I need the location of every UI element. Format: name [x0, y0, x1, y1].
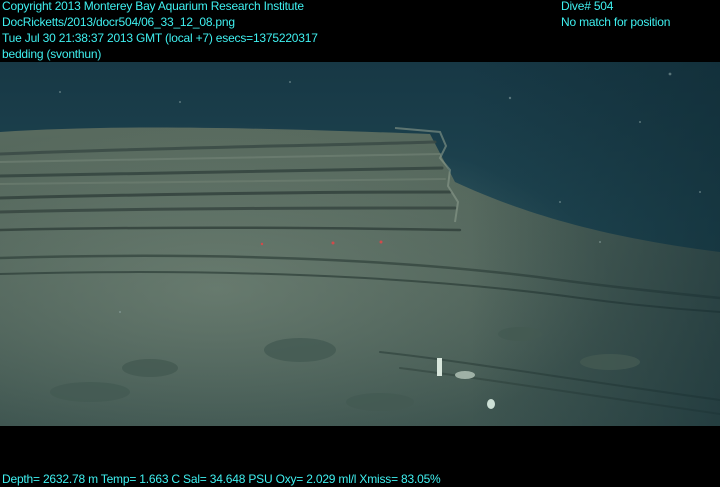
video-frame: Copyright 2013 Monterey Bay Aquarium Res… — [0, 0, 720, 486]
timestamp-text: Tue Jul 30 21:38:37 2013 GMT (local +7) … — [2, 31, 318, 45]
annotation-text: bedding (svonthun) — [2, 47, 102, 61]
dive-number-text: Dive# 504 — [561, 0, 614, 13]
position-status-text: No match for position — [561, 15, 671, 29]
seafloor-photo — [0, 62, 720, 426]
file-path-text: DocRicketts/2013/docr504/06_33_12_08.png — [2, 15, 235, 29]
copyright-text: Copyright 2013 Monterey Bay Aquarium Res… — [2, 0, 304, 13]
telemetry-readout: Depth= 2632.78 m Temp= 1.663 C Sal= 34.6… — [2, 472, 441, 486]
seafloor-scene — [0, 62, 720, 426]
